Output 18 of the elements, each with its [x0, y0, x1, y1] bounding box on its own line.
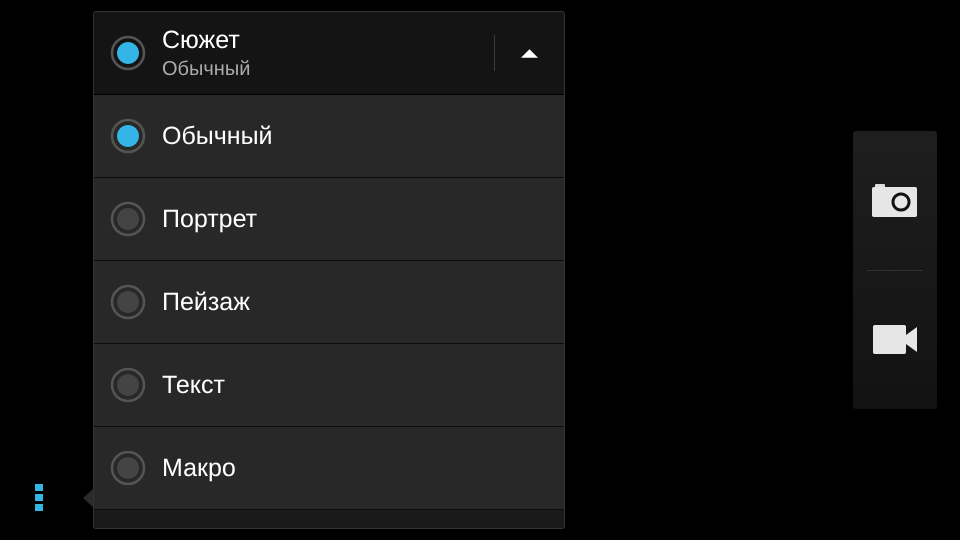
radio-icon [110, 35, 146, 71]
video-camera-icon[interactable] [872, 325, 918, 354]
scene-option[interactable]: Портрет [94, 178, 564, 261]
scene-option[interactable]: Пейзаж [94, 261, 564, 344]
scene-option[interactable]: Макро [94, 427, 564, 510]
scene-header[interactable]: Сюжет Обычный [94, 12, 564, 95]
radio-button[interactable] [110, 118, 146, 154]
camera-icon[interactable] [872, 184, 918, 217]
radio-button[interactable] [110, 201, 146, 237]
menu-title: Сюжет [162, 25, 241, 56]
menu-icon[interactable] [35, 484, 43, 511]
radio-button[interactable] [110, 450, 146, 486]
scene-option[interactable]: Текст [94, 344, 564, 427]
radio-button[interactable] [110, 367, 146, 403]
scene-option[interactable]: Обычный [94, 95, 564, 178]
current-value: Обычный [162, 57, 252, 82]
collapse-icon[interactable] [521, 48, 538, 58]
radio-button[interactable] [110, 284, 146, 320]
